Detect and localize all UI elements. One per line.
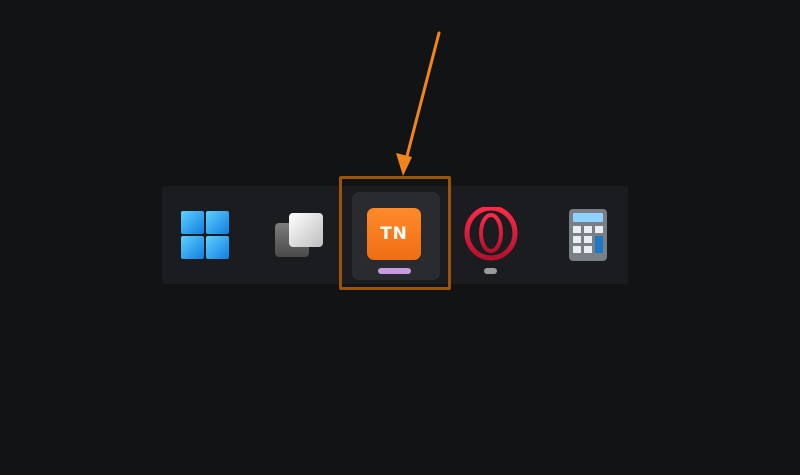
start-button[interactable] bbox=[162, 186, 248, 284]
calculator-icon bbox=[569, 209, 607, 261]
running-app-indicator bbox=[484, 268, 497, 274]
windows-logo-icon bbox=[181, 211, 229, 259]
opera-icon bbox=[464, 207, 518, 261]
calculator-button[interactable] bbox=[544, 186, 630, 284]
task-view-icon bbox=[275, 213, 323, 257]
desktop: TN bbox=[0, 0, 800, 475]
task-view-button[interactable] bbox=[256, 186, 342, 284]
highlight-box bbox=[339, 176, 451, 290]
